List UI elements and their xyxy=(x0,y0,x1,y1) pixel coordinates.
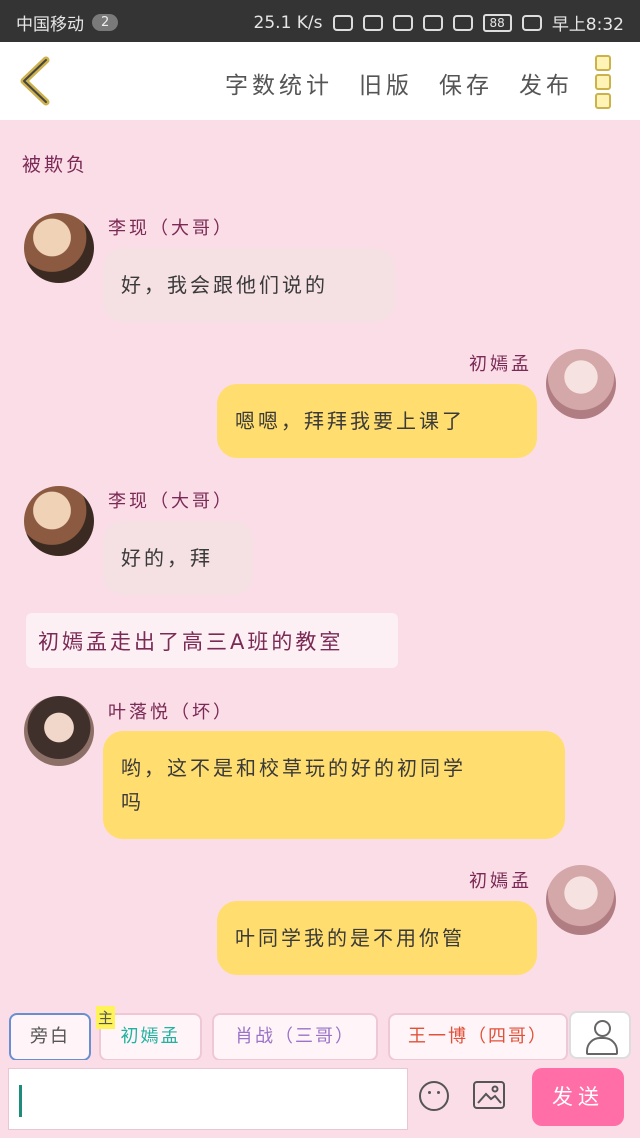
avatar[interactable] xyxy=(24,486,94,556)
image-icon[interactable] xyxy=(473,1081,505,1109)
dot-icon xyxy=(595,74,611,90)
add-role-button[interactable] xyxy=(569,1011,631,1059)
signal-icon xyxy=(452,14,473,31)
chat-area[interactable]: 被欺负 李现（大哥） 好，我会跟他们说的 初嫣孟 嗯嗯，拜拜我要上课了 李现（大… xyxy=(0,120,640,988)
message-input[interactable] xyxy=(8,1068,408,1130)
eye-icon xyxy=(392,14,413,31)
message-bubble[interactable]: 好的，拜 xyxy=(103,521,253,595)
avatar[interactable] xyxy=(546,865,616,935)
message-bubble[interactable]: 哟，这不是和校草玩的好的初同学 吗 xyxy=(103,731,565,839)
notification-count-badge: 2 xyxy=(92,14,119,31)
role-selector: 旁白 初嫣孟 主 肖战（三哥） 王一博（四哥） xyxy=(0,988,640,1061)
back-button[interactable] xyxy=(16,56,56,106)
text-cursor xyxy=(19,1085,22,1117)
battery-icon: 88 xyxy=(482,13,512,32)
emoji-icon[interactable] xyxy=(419,1081,449,1111)
role-xiaozhan[interactable]: 肖战（三哥） xyxy=(212,1013,378,1061)
more-options-button[interactable] xyxy=(595,55,613,109)
message-bubble[interactable]: 好，我会跟他们说的 xyxy=(103,248,395,322)
main-tag: 主 xyxy=(96,1006,116,1029)
narration-bubble[interactable]: 初嫣孟走出了高三A班的教室 xyxy=(26,613,398,668)
speaker-name: 李现（大哥） xyxy=(108,491,234,512)
publish-button[interactable]: 发布 xyxy=(519,66,573,100)
headphone-icon xyxy=(332,14,353,31)
input-bar: 发送 xyxy=(0,1060,640,1138)
role-narrator[interactable]: 旁白 xyxy=(9,1013,91,1061)
old-version-button[interactable]: 旧版 xyxy=(359,66,413,100)
avatar[interactable] xyxy=(546,349,616,419)
speaker-name: 叶落悦（坏） xyxy=(108,702,234,723)
mountain-icon xyxy=(477,1085,502,1104)
carrier-name: 中国移动 xyxy=(16,15,84,35)
toolbar-menu: 字数统计 旧版 保存 发布 xyxy=(225,66,573,100)
message-bubble[interactable]: 嗯嗯，拜拜我要上课了 xyxy=(217,384,537,458)
clock: 早上8:32 xyxy=(551,15,624,35)
editor-toolbar: 字数统计 旧版 保存 发布 xyxy=(0,42,640,120)
alarm-icon xyxy=(362,14,383,31)
avatar[interactable] xyxy=(24,696,94,766)
chevron-left-icon xyxy=(20,56,50,106)
speaker-name: 初嫣孟 xyxy=(469,354,532,375)
wifi-icon xyxy=(422,14,443,31)
dot-icon xyxy=(595,93,611,109)
speaker-name: 初嫣孟 xyxy=(469,871,532,892)
save-button[interactable]: 保存 xyxy=(439,66,493,100)
message-line: 吗 xyxy=(121,790,144,814)
role-main-label: 初嫣孟 xyxy=(120,1026,181,1047)
role-wangyibo[interactable]: 王一博（四哥） xyxy=(388,1013,568,1061)
message-bubble[interactable]: 叶同学我的是不用你管 xyxy=(217,901,537,975)
send-button[interactable]: 发送 xyxy=(532,1068,624,1126)
chapter-title: 被欺负 xyxy=(22,154,89,176)
avatar[interactable] xyxy=(24,213,94,283)
dot-icon xyxy=(595,55,611,71)
word-count-button[interactable]: 字数统计 xyxy=(225,66,333,100)
status-bar: 中国移动 2 25.1 K/s 88 早上8:32 xyxy=(0,0,640,42)
leaf-icon xyxy=(521,14,542,31)
message-line: 哟，这不是和校草玩的好的初同学 xyxy=(121,756,466,780)
network-speed: 25.1 K/s xyxy=(253,12,323,33)
speaker-name: 李现（大哥） xyxy=(108,218,234,239)
